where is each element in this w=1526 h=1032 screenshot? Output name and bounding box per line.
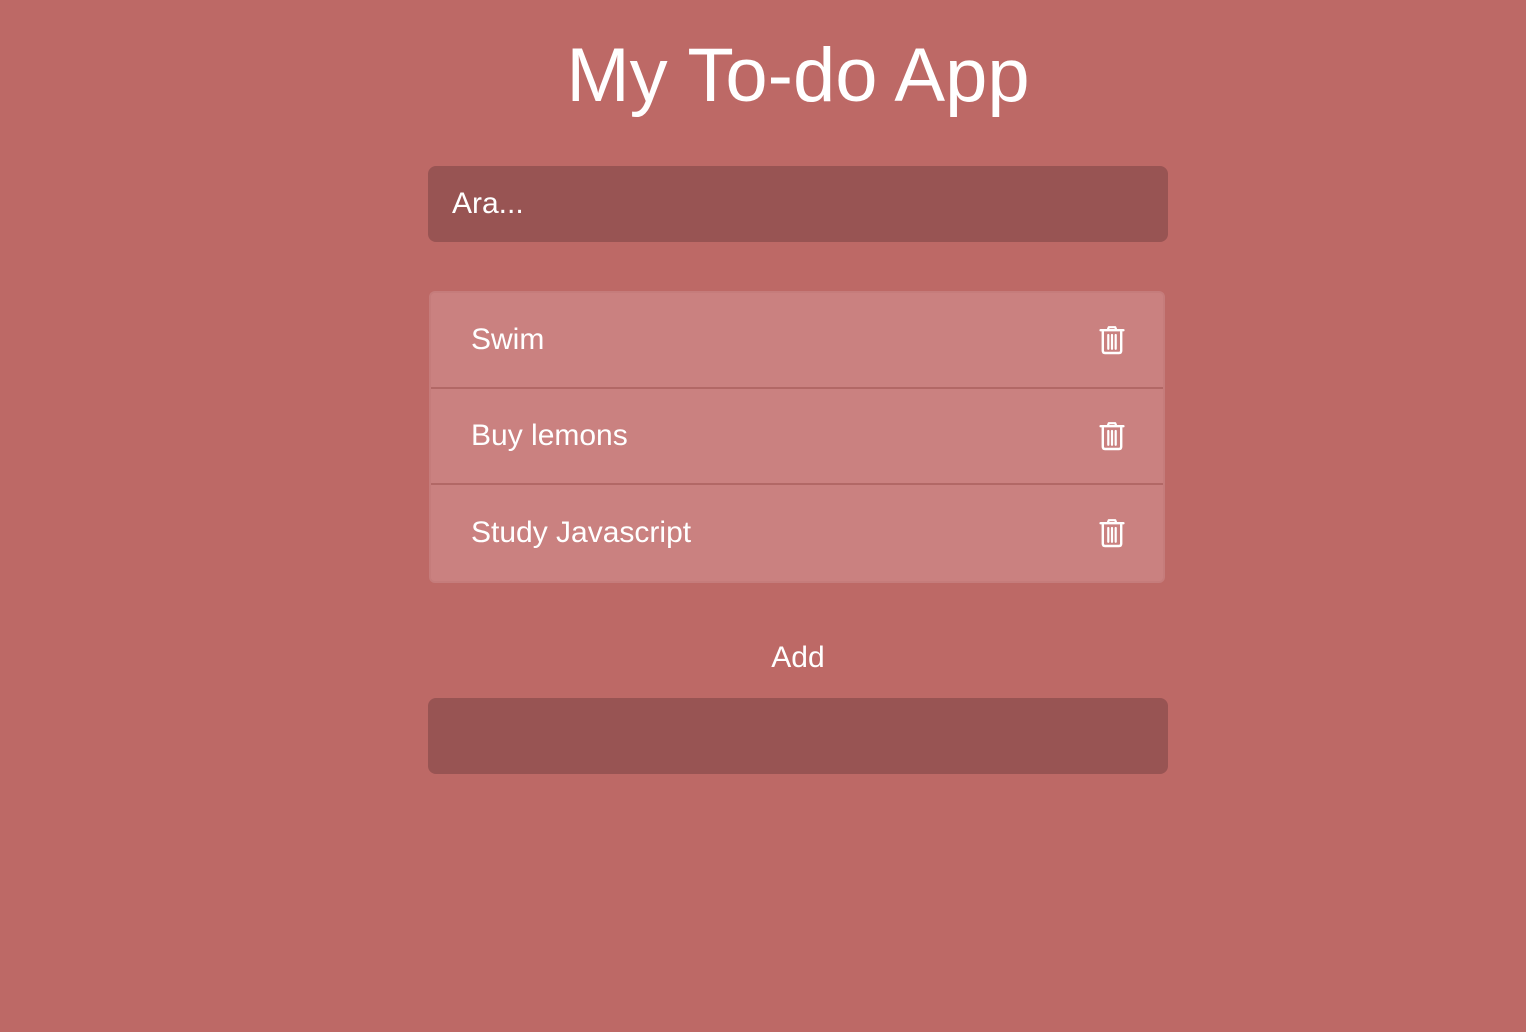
todo-item-text: Buy lemons <box>471 419 628 452</box>
add-todo-input[interactable] <box>428 698 1168 774</box>
search-input[interactable] <box>428 166 1168 242</box>
todo-item-text: Swim <box>471 323 545 356</box>
trash-icon[interactable] <box>1099 325 1125 355</box>
todo-item-text: Study Javascript <box>471 516 692 549</box>
todo-app: My To-do App Swim Buy lemons <box>0 0 1526 1032</box>
todo-item-study-javascript: Study Javascript <box>431 485 1163 581</box>
search-container <box>428 166 1168 242</box>
todo-item-swim: Swim <box>431 293 1163 389</box>
page-title: My To-do App <box>566 33 1030 118</box>
todo-list: Swim Buy lemons Study Javascript <box>429 291 1165 583</box>
trash-icon[interactable] <box>1099 518 1125 548</box>
todo-item-buy-lemons: Buy lemons <box>431 389 1163 485</box>
trash-icon[interactable] <box>1099 421 1125 451</box>
add-label: Add <box>771 641 825 674</box>
add-input-container <box>428 698 1168 774</box>
